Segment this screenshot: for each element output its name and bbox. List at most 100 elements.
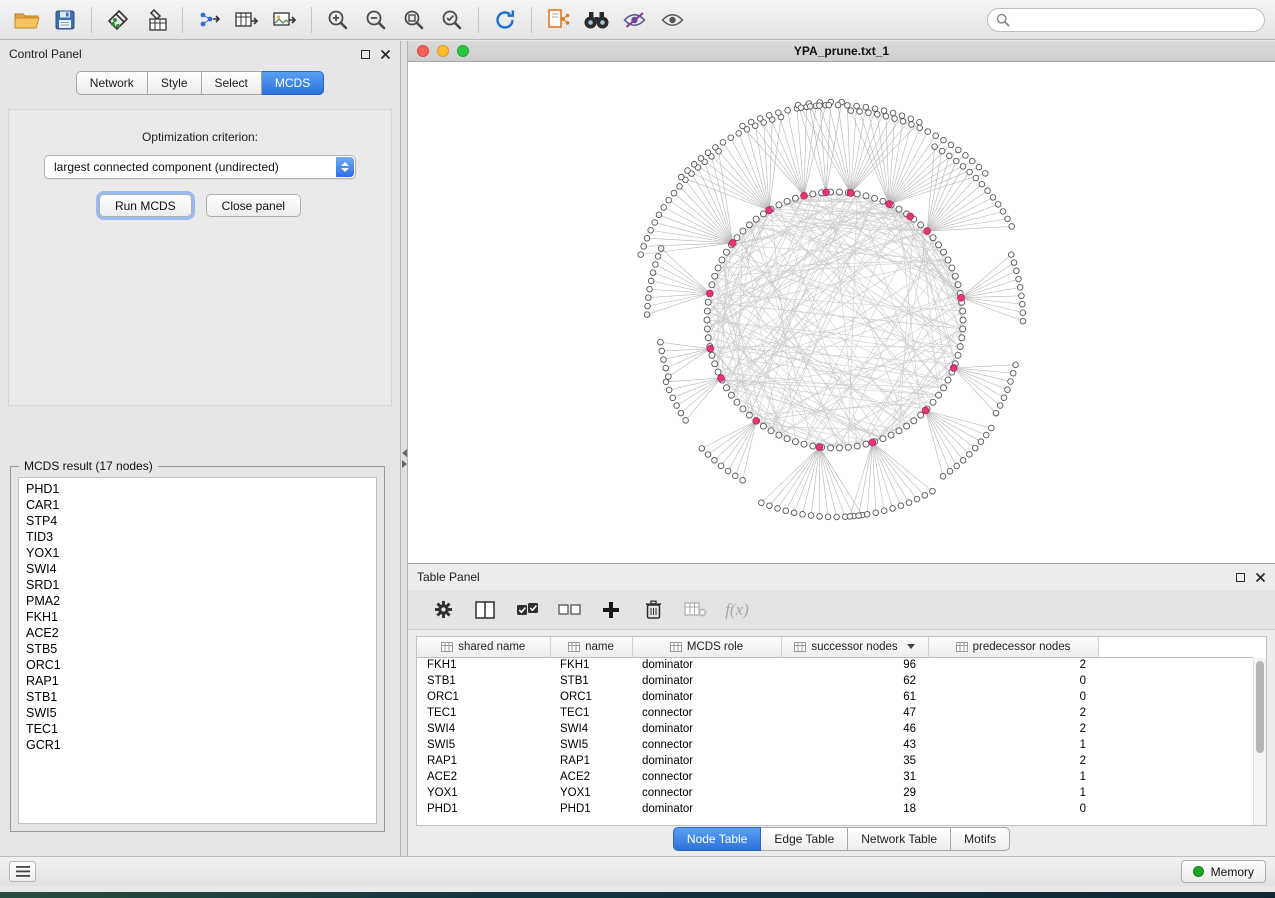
table-row[interactable]: TEC1TEC1connector472 [417,705,1253,721]
close-icon[interactable] [1255,572,1266,583]
dominator-node[interactable] [847,190,854,197]
table-row[interactable]: ORC1ORC1dominator610 [417,689,1253,705]
dominator-node[interactable] [707,345,714,352]
open-file-button[interactable] [10,5,44,35]
table-row[interactable]: SWI4SWI4dominator462 [417,721,1253,737]
column-header-name[interactable]: name [550,637,632,657]
mcds-result-item[interactable]: YOX1 [26,545,369,561]
tab-network-table[interactable]: Network Table [848,827,951,851]
select-all-rows-button[interactable] [512,596,542,624]
mcds-result-item[interactable]: FKH1 [26,609,369,625]
optimization-criterion-select[interactable]: largest connected component (undirected) [44,155,356,179]
dominator-node[interactable] [706,290,713,297]
column-header-shared-name[interactable]: shared name [417,637,550,657]
tab-motifs[interactable]: Motifs [951,827,1010,851]
float-window-icon[interactable] [1236,573,1245,582]
dominator-node[interactable] [922,407,929,414]
column-header-mcds-role[interactable]: MCDS role [632,637,781,657]
delete-columns-button[interactable] [638,596,668,624]
close-panel-button[interactable]: Close panel [206,194,301,217]
dominator-node[interactable] [958,294,965,301]
table-row[interactable]: SWI5SWI5connector431 [417,737,1253,753]
dominator-node[interactable] [753,417,760,424]
tab-node-table[interactable]: Node Table [673,827,762,851]
tab-edge-table[interactable]: Edge Table [761,827,848,851]
mcds-result-item[interactable]: CAR1 [26,497,369,513]
table-row[interactable]: YOX1YOX1connector291 [417,785,1253,801]
collapse-left-icon[interactable] [402,449,407,457]
zoom-traffic-icon[interactable] [457,45,469,57]
mcds-result-item[interactable]: SWI5 [26,705,369,721]
search-input[interactable] [1016,13,1256,27]
mcds-result-item[interactable]: GCR1 [26,737,369,753]
close-traffic-icon[interactable] [417,45,429,57]
dominator-node[interactable] [823,189,830,196]
zoom-selected-button[interactable] [435,5,469,35]
import-table-button[interactable] [139,5,173,35]
function-builder-button[interactable]: f(x) [722,596,752,624]
show-columns-button[interactable] [470,596,500,624]
dominator-node[interactable] [801,192,808,199]
dominator-node[interactable] [924,228,931,235]
mcds-result-item[interactable]: TEC1 [26,721,369,737]
table-row[interactable]: FKH1FKH1dominator962 [417,657,1253,673]
dominator-node[interactable] [816,444,823,451]
dominator-node[interactable] [950,365,957,372]
table-row[interactable]: RAP1RAP1dominator352 [417,753,1253,769]
memory-button[interactable]: Memory [1181,860,1266,883]
zoom-fit-button[interactable] [397,5,431,35]
mcds-result-item[interactable]: TID3 [26,529,369,545]
mcds-result-item[interactable]: PMA2 [26,593,369,609]
show-all-button[interactable] [655,5,689,35]
vertical-splitter[interactable] [400,41,408,856]
float-window-icon[interactable] [361,50,370,59]
copy-network-button[interactable] [541,5,575,35]
mcds-result-item[interactable]: STB5 [26,641,369,657]
mcds-result-item[interactable]: RAP1 [26,673,369,689]
table-row[interactable]: ACE2ACE2connector311 [417,769,1253,785]
mcds-result-item[interactable]: SWI4 [26,561,369,577]
mcds-result-item[interactable]: STP4 [26,513,369,529]
create-column-button[interactable] [596,596,626,624]
collapse-right-icon[interactable] [402,460,407,468]
dominator-node[interactable] [718,375,725,382]
zoom-in-button[interactable] [321,5,355,35]
mcds-result-item[interactable]: PHD1 [26,481,369,497]
show-panels-button[interactable] [9,861,36,882]
scrollbar-thumb[interactable] [1256,661,1264,753]
tab-select[interactable]: Select [202,71,262,95]
mcds-result-item[interactable]: SRD1 [26,577,369,593]
run-mcds-button[interactable]: Run MCDS [99,194,192,217]
mcds-result-list[interactable]: PHD1CAR1STP4TID3YOX1SWI4SRD1PMA2FKH1ACE2… [18,477,377,824]
network-canvas[interactable] [408,62,1275,563]
column-header-predecessor-nodes[interactable]: predecessor nodes [928,637,1098,657]
network-graph-svg[interactable] [408,62,1275,563]
import-file-button[interactable] [101,5,135,35]
splitter-collapse-arrows[interactable] [401,449,407,468]
mcds-result-item[interactable]: ORC1 [26,657,369,673]
refresh-layout-button[interactable] [488,5,522,35]
export-network-button[interactable] [192,5,226,35]
mcds-result-item[interactable]: ACE2 [26,625,369,641]
table-row[interactable]: STB1STB1dominator620 [417,673,1253,689]
close-icon[interactable] [380,49,391,60]
tab-style[interactable]: Style [148,71,202,95]
tab-network[interactable]: Network [76,71,148,95]
hide-selected-button[interactable] [617,5,651,35]
table-row[interactable]: PHD1PHD1dominator180 [417,801,1253,817]
dominator-node[interactable] [869,439,876,446]
export-image-button[interactable] [268,5,302,35]
dominator-node[interactable] [729,240,736,247]
dominator-node[interactable] [886,201,893,208]
minimize-traffic-icon[interactable] [437,45,449,57]
dominator-node[interactable] [766,207,773,214]
table-vertical-scrollbar[interactable] [1253,658,1266,825]
zoom-out-button[interactable] [359,5,393,35]
column-header-successor-nodes[interactable]: successor nodes [781,637,928,657]
export-table-button[interactable] [230,5,264,35]
search-field[interactable] [987,8,1265,32]
save-session-button[interactable] [48,5,82,35]
delete-table-button[interactable] [680,596,710,624]
deselect-all-rows-button[interactable] [554,596,584,624]
network-window-titlebar[interactable]: YPA_prune.txt_1 [408,41,1275,62]
